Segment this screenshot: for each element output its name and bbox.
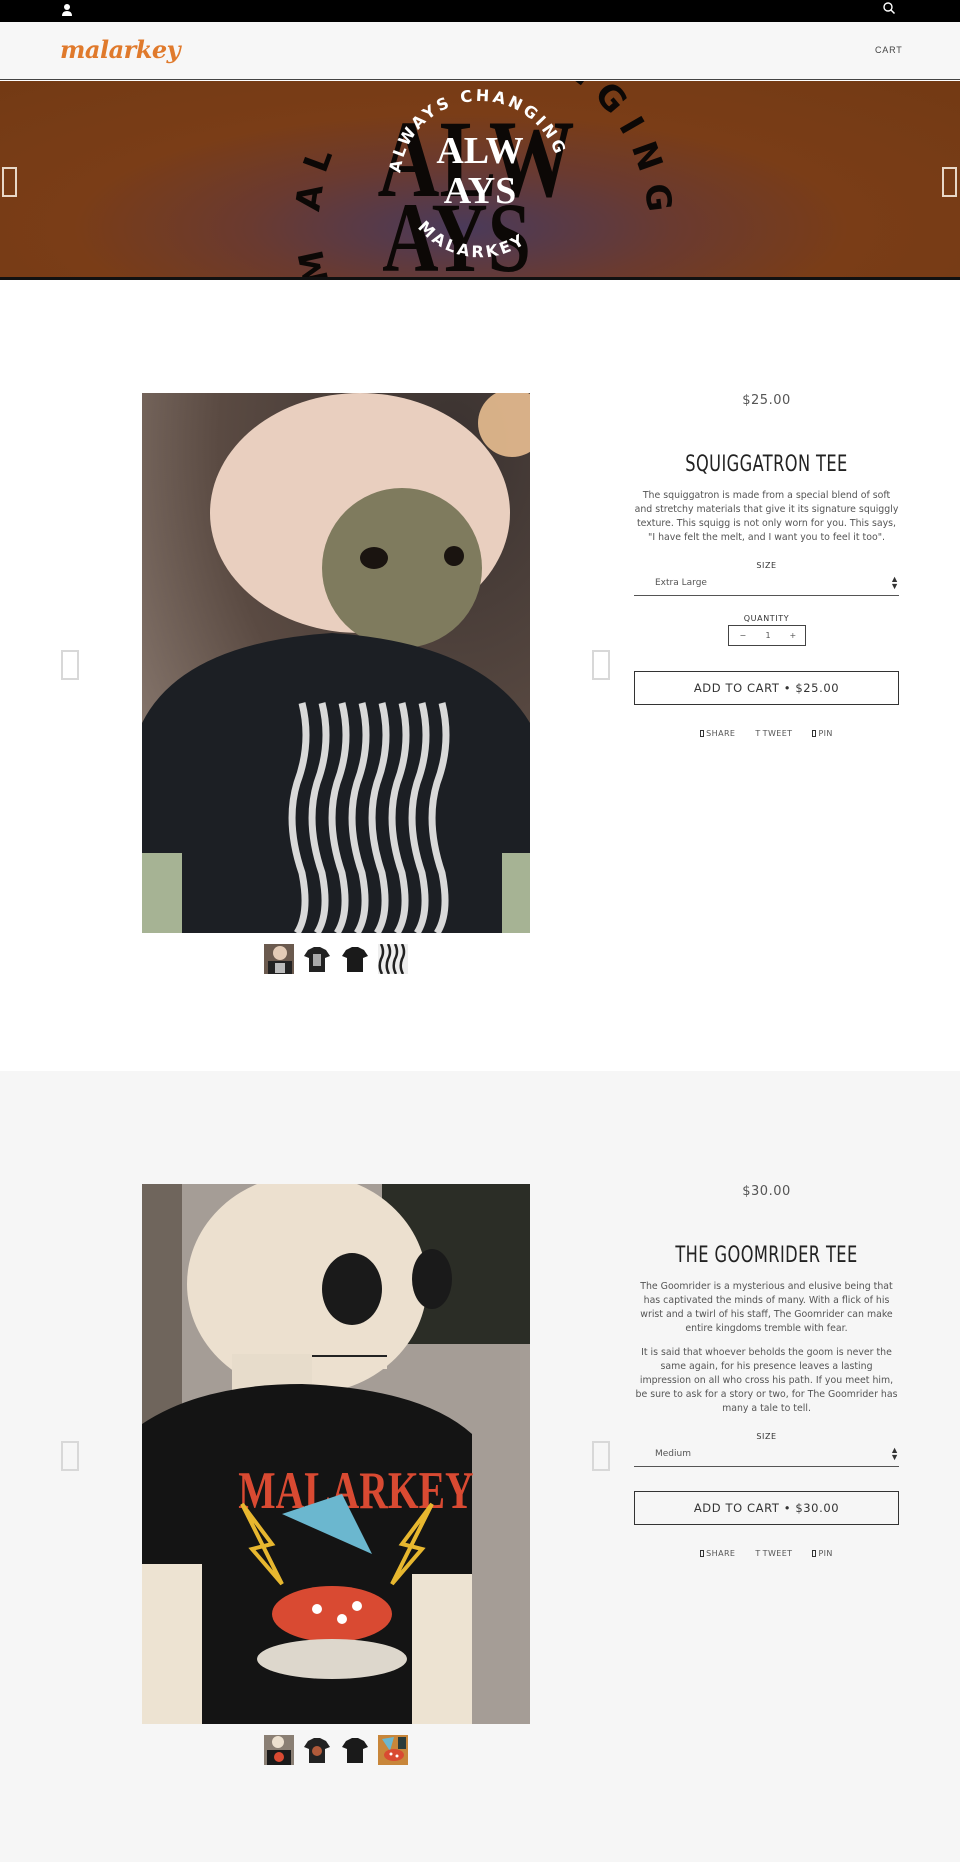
pinterest-icon <box>812 1550 817 1557</box>
gallery-next-button[interactable] <box>592 650 610 680</box>
share-facebook-link[interactable]: SHARE <box>700 1549 735 1558</box>
quantity-stepper: − 1 + <box>727 625 806 646</box>
product-info: $25.00 SQUIGGATRON TEE The squiggatron i… <box>634 280 899 738</box>
user-icon[interactable] <box>60 3 74 17</box>
product-description: The Goomrider is a mysterious and elusiv… <box>634 1280 899 1416</box>
gallery-next-button[interactable] <box>592 1441 610 1471</box>
hero-ring-left-text: M AL <box>288 132 345 280</box>
share-twitter-link[interactable]: T TWEET <box>755 729 792 738</box>
quantity-label: QUANTITY <box>743 614 790 623</box>
quantity-input[interactable]: 1 <box>766 631 771 640</box>
product-title: THE GOOMRIDER TEE <box>675 1243 858 1268</box>
share-facebook-link[interactable]: SHARE <box>700 729 735 738</box>
twitter-icon: T <box>755 1549 761 1558</box>
thumbnail[interactable] <box>340 944 370 974</box>
hero-center-word-2: AYS <box>444 170 517 212</box>
hero-artwork: ALW AYS M AL NGING ALWAYS CHANGING MALAR… <box>288 81 668 280</box>
site-header: malarkey CART <box>0 22 960 80</box>
pinterest-icon <box>812 730 817 737</box>
product-price: $25.00 <box>742 393 791 408</box>
size-select[interactable]: Extra Large ▲ ▼ <box>634 574 899 596</box>
size-label: SIZE <box>756 1432 777 1441</box>
product-price: $30.00 <box>742 1184 791 1199</box>
share-pinterest-link[interactable]: PIN <box>812 729 832 738</box>
product-goomrider: MALARKEY $30.00 THE GOOMRIDER TEE The Go… <box>0 1071 960 1862</box>
social-share: SHARE T TWEET PIN <box>634 729 899 738</box>
facebook-icon <box>700 730 705 737</box>
select-arrows-icon: ▲ ▼ <box>890 574 899 591</box>
add-to-cart-button[interactable]: ADD TO CART • $25.00 <box>634 671 899 705</box>
skeleton-photo: MALARKEY <box>142 1184 530 1724</box>
cart-link[interactable]: CART <box>875 45 903 55</box>
product-info: $30.00 THE GOOMRIDER TEE The Goomrider i… <box>634 1071 899 1558</box>
product-title: SQUIGGATRON TEE <box>685 452 848 477</box>
thumbnail[interactable] <box>378 1735 408 1765</box>
svg-text:MALARKEY: MALARKEY <box>238 1462 473 1521</box>
share-label: SHARE <box>706 1549 736 1558</box>
thumbnail[interactable] <box>264 1735 294 1765</box>
social-share: SHARE T TWEET PIN <box>634 1549 899 1558</box>
hero-banner: ALW AYS M AL NGING ALWAYS CHANGING MALAR… <box>0 81 960 280</box>
product-description: The squiggatron is made from a special b… <box>634 489 899 545</box>
product-image[interactable] <box>142 393 530 933</box>
size-select[interactable]: Medium ▲ ▼ <box>634 1445 899 1467</box>
site-logo[interactable]: malarkey <box>60 35 181 64</box>
share-label: SHARE <box>706 729 736 738</box>
size-label: SIZE <box>756 561 777 570</box>
description-paragraph: The squiggatron is made from a special b… <box>634 490 899 543</box>
description-paragraph: It is said that whoever beholds the goom… <box>635 1347 898 1414</box>
thumbnail-strip <box>264 1735 408 1765</box>
tweet-label: TWEET <box>762 729 793 738</box>
thumbnail[interactable] <box>264 944 294 974</box>
hero-prev-button[interactable] <box>2 167 17 197</box>
gallery-prev-button[interactable] <box>61 1441 79 1471</box>
thumbnail[interactable] <box>302 944 332 974</box>
gallery-prev-button[interactable] <box>61 650 79 680</box>
size-value: Extra Large <box>655 578 707 588</box>
quantity-decrease-button[interactable]: − <box>740 631 747 640</box>
thumbnail[interactable] <box>340 1735 370 1765</box>
select-arrows-icon: ▲ ▼ <box>890 1445 899 1462</box>
thumbnail[interactable] <box>302 1735 332 1765</box>
quantity-increase-button[interactable]: + <box>790 631 797 640</box>
hero-center-word-1: ALW <box>436 130 523 172</box>
tweet-label: TWEET <box>762 1549 793 1558</box>
pin-label: PIN <box>818 729 833 738</box>
thumbnail[interactable] <box>378 944 408 974</box>
search-icon[interactable] <box>882 1 896 15</box>
thumbnail-strip <box>264 944 408 974</box>
top-bar <box>0 0 960 22</box>
product-image[interactable]: MALARKEY <box>142 1184 530 1724</box>
pin-label: PIN <box>818 1549 833 1558</box>
alien-photo <box>142 393 530 933</box>
description-paragraph: The Goomrider is a mysterious and elusiv… <box>640 1281 893 1334</box>
facebook-icon <box>700 1550 705 1557</box>
share-twitter-link[interactable]: T TWEET <box>755 1549 792 1558</box>
size-value: Medium <box>655 1449 691 1459</box>
twitter-icon: T <box>755 729 761 738</box>
product-squiggatron: $25.00 SQUIGGATRON TEE The squiggatron i… <box>0 280 960 1071</box>
share-pinterest-link[interactable]: PIN <box>812 1549 832 1558</box>
add-to-cart-button[interactable]: ADD TO CART • $30.00 <box>634 1491 899 1525</box>
hero-next-button[interactable] <box>942 167 957 197</box>
